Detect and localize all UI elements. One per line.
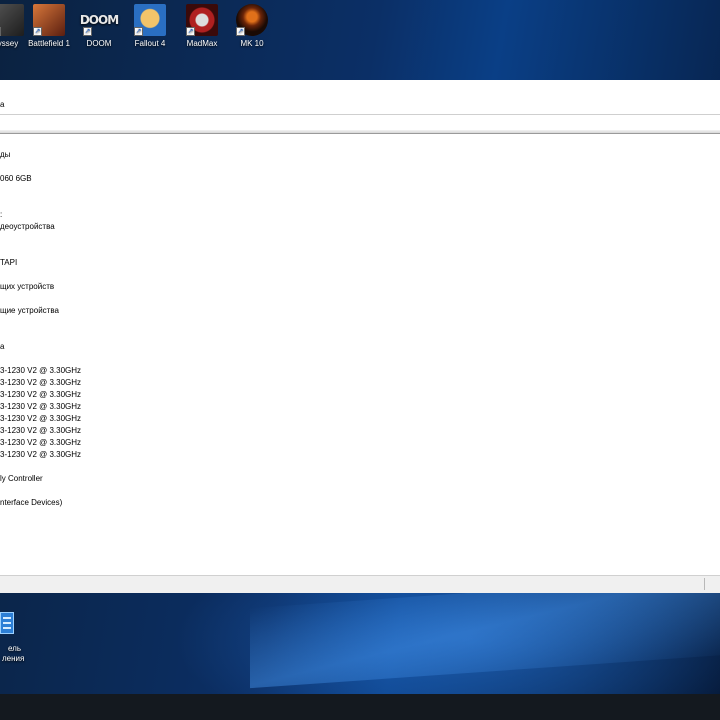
tree-item-ports[interactable]: :	[0, 210, 2, 220]
tree-item-cpu-8[interactable]: 3-1230 V2 @ 3.30GHz	[0, 450, 81, 460]
game-fallout-icon: ↗	[134, 4, 166, 36]
desktop-icon-row: ↗ yssey ↗ Battlefield 1 DOOM ↗ DOOM ↗ Fa…	[0, 0, 720, 80]
desktop-icon-label-line2: ления	[2, 654, 25, 663]
tree-item-storage-devices[interactable]: щие устройства	[0, 306, 59, 316]
device-manager-window: а ды 060 6GB : деоустройства TAPI щих ус…	[0, 80, 720, 593]
tree-item-audio-video[interactable]: деоустройства	[0, 222, 55, 232]
status-bar-separator	[704, 578, 705, 590]
tree-item-cpu-1[interactable]: 3-1230 V2 @ 3.30GHz	[0, 366, 81, 376]
desktop-icon-label-line1: ель	[8, 644, 22, 653]
tree-item-disk-drives[interactable]: ды	[0, 150, 10, 160]
tree-item-pointing-devices[interactable]: щих устройств	[0, 282, 54, 292]
game-battlefield-icon: ↗	[33, 4, 65, 36]
tree-item-hid[interactable]: nterface Devices)	[0, 498, 62, 508]
desktop-icon-label: ель ления	[0, 644, 60, 664]
tree-item-cpu-6[interactable]: 3-1230 V2 @ 3.30GHz	[0, 426, 81, 436]
toolbar-divider	[0, 114, 720, 115]
tree-item-cpu-7[interactable]: 3-1230 V2 @ 3.30GHz	[0, 438, 81, 448]
device-tree-pane: ды 060 6GB : деоустройства TAPI щих устр…	[0, 133, 720, 576]
shortcut-arrow-icon: ↗	[0, 27, 1, 36]
game-madmax-icon: ↗	[186, 4, 218, 36]
shortcut-arrow-icon: ↗	[83, 27, 92, 36]
tree-item-cpu-5[interactable]: 3-1230 V2 @ 3.30GHz	[0, 414, 81, 424]
status-bar	[0, 575, 720, 593]
shortcut-arrow-icon: ↗	[236, 27, 245, 36]
tree-item-cpu-3[interactable]: 3-1230 V2 @ 3.30GHz	[0, 390, 81, 400]
window-toolbar: а	[0, 80, 720, 116]
desktop-icon-label: Fallout 4	[134, 39, 166, 48]
shortcut-arrow-icon: ↗	[186, 27, 195, 36]
game-doom-icon: DOOM ↗	[80, 4, 119, 36]
control-panel-icon	[0, 612, 14, 634]
shortcut-arrow-icon: ↗	[33, 27, 42, 36]
tree-item-cpu-2[interactable]: 3-1230 V2 @ 3.30GHz	[0, 378, 81, 388]
tree-item-cpu-4[interactable]: 3-1230 V2 @ 3.30GHz	[0, 402, 81, 412]
tree-item-controller[interactable]: ly Controller	[0, 474, 43, 484]
shortcut-arrow-icon: ↗	[134, 27, 143, 36]
game-mk10-icon: ↗	[236, 4, 268, 36]
desktop-icon-mk10[interactable]: ↗ MK 10	[222, 4, 282, 49]
desktop-icon-fallout-4[interactable]: ↗ Fallout 4	[120, 4, 180, 49]
desktop-icon-control-panel[interactable]: ель ления	[0, 612, 60, 664]
toolbar-label[interactable]: а	[0, 100, 4, 109]
taskbar[interactable]	[0, 694, 720, 720]
desktop-icon-label: MK 10	[240, 39, 264, 48]
tree-item-ieee1394-tapi[interactable]: TAPI	[0, 258, 17, 268]
tree-item-gpu[interactable]: 060 6GB	[0, 174, 32, 184]
tree-item-processors[interactable]: а	[0, 342, 4, 352]
